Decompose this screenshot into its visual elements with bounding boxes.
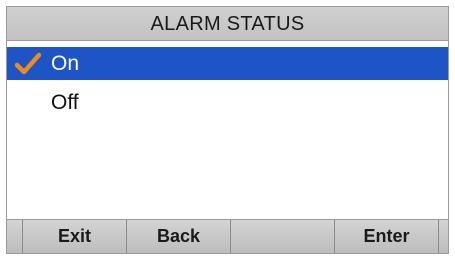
list-item-label: On xyxy=(51,52,80,75)
blank-softkey[interactable] xyxy=(230,220,334,253)
exit-button[interactable]: Exit xyxy=(22,220,126,253)
page-title: ALARM STATUS xyxy=(7,7,448,41)
enter-button[interactable]: Enter xyxy=(334,220,438,253)
softkey-left-edge xyxy=(7,220,22,253)
back-button[interactable]: Back xyxy=(126,220,230,253)
display-screen: ALARM STATUS On Off Exit Back Enter xyxy=(6,6,449,254)
softkey-right-edge xyxy=(438,220,448,253)
options-list: On Off xyxy=(7,47,448,119)
list-item-on[interactable]: On xyxy=(7,47,448,80)
list-item-label: Off xyxy=(51,91,79,114)
check-icon xyxy=(14,52,42,75)
softkey-bar: Exit Back Enter xyxy=(7,219,448,253)
list-item-off[interactable]: Off xyxy=(7,86,448,119)
